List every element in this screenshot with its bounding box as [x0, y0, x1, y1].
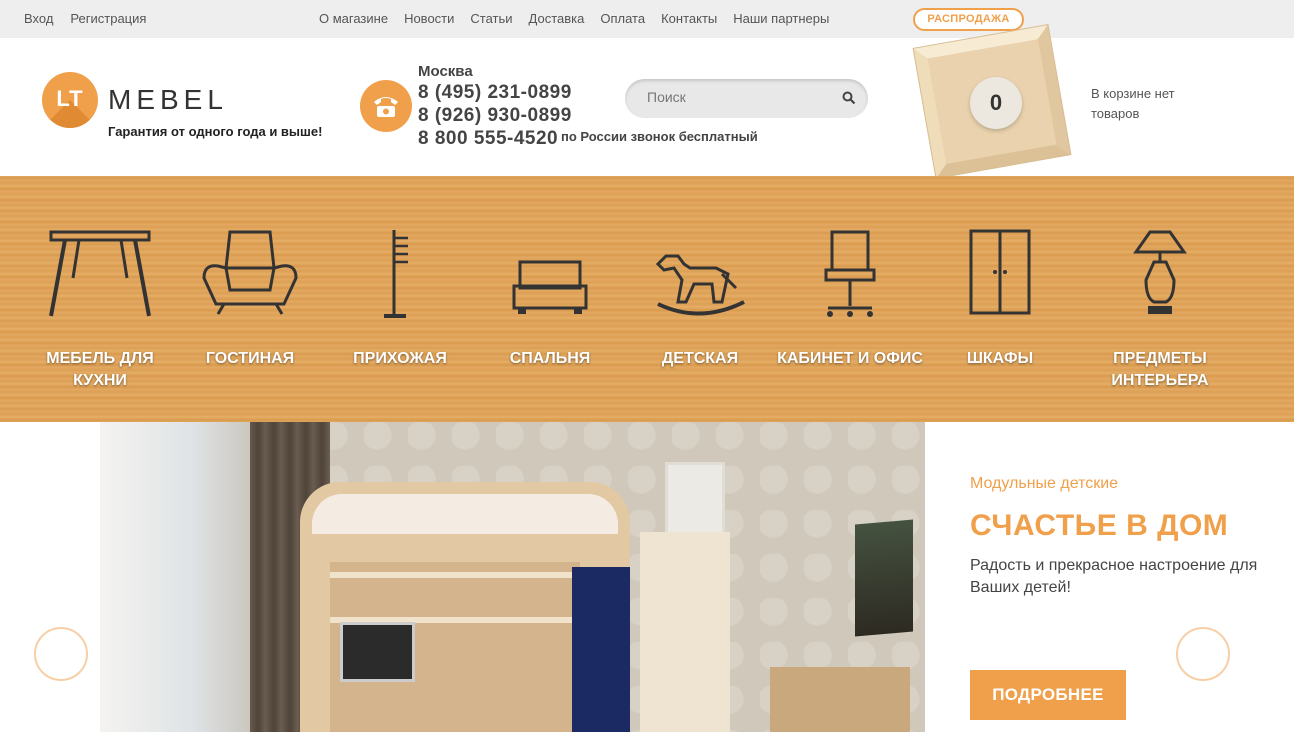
phone-icon: [360, 80, 412, 132]
phone-number-3[interactable]: 8 800 555-4520: [418, 128, 558, 150]
coat-rack-icon: [384, 230, 408, 318]
hero-subtitle: Модульные детские: [970, 475, 1119, 492]
category-interior[interactable]: ПРЕДМЕТЫ ИНТЕРЬЕРА: [1065, 176, 1255, 422]
phone-number-1[interactable]: 8 (495) 231-0899: [418, 82, 572, 104]
logo-name[interactable]: MEBEL: [108, 84, 228, 116]
logo-lt-text[interactable]: LT: [42, 86, 98, 112]
category-bar: МЕБЕЛЬ ДЛЯ КУХНИ ГОСТИНАЯ ПРИХОЖАЯ СПАЛЬ…: [0, 176, 1294, 422]
category-label: ДЕТСКАЯ: [661, 350, 739, 367]
wardrobe-icon: [969, 229, 1031, 315]
category-label: ШКАФЫ: [966, 350, 1034, 367]
hero-image[interactable]: [100, 422, 925, 732]
category-kids[interactable]: ДЕТСКАЯ: [625, 176, 775, 422]
search-input[interactable]: [647, 89, 827, 105]
category-label: ГОСТИНАЯ: [205, 350, 295, 367]
rocking-horse-icon: [655, 254, 745, 316]
hero-text-block: Модульные детские СЧАСТЬЕ В ДОМ Радость …: [970, 475, 1294, 599]
armchair-icon: [202, 230, 298, 315]
category-label: КАБИНЕТ И ОФИС: [777, 350, 923, 367]
search-icon[interactable]: [842, 91, 856, 110]
menu-about[interactable]: О магазине: [319, 11, 388, 26]
cart-count[interactable]: 0: [970, 77, 1022, 129]
sale-button[interactable]: РАСПРОДАЖА: [913, 8, 1024, 31]
category-hallway[interactable]: ПРИХОЖАЯ: [325, 176, 475, 422]
category-label: МЕБЕЛЬ ДЛЯ КУХНИ: [46, 350, 154, 389]
menu-delivery[interactable]: Доставка: [529, 11, 585, 26]
category-kitchen[interactable]: МЕБЕЛЬ ДЛЯ КУХНИ: [25, 176, 175, 422]
hero-description: Радость и прекрасное настроение для Ваши…: [970, 557, 1258, 596]
slider-prev-arrow[interactable]: [34, 627, 88, 681]
auth-links: Вход Регистрация: [24, 11, 163, 26]
hero-title: СЧАСТЬЕ В ДОМ: [970, 509, 1229, 542]
lamp-icon: [1133, 230, 1187, 314]
category-living-room[interactable]: ГОСТИНАЯ: [175, 176, 325, 422]
cart-status-text: В корзине нет товаров: [1091, 86, 1175, 121]
menu-contacts[interactable]: Контакты: [661, 11, 717, 26]
more-button[interactable]: ПОДРОБНЕЕ: [970, 670, 1126, 720]
menu-news[interactable]: Новости: [404, 11, 454, 26]
login-link[interactable]: Вход: [24, 11, 53, 26]
office-chair-icon: [824, 230, 876, 317]
category-wardrobes[interactable]: ШКАФЫ: [925, 176, 1075, 422]
slider-next-arrow[interactable]: [1176, 627, 1230, 681]
city-label: Москва: [418, 63, 473, 80]
tagline: Гарантия от одного года и выше!: [108, 124, 323, 139]
menu-partners[interactable]: Наши партнеры: [733, 11, 829, 26]
category-label: ПРИХОЖАЯ: [353, 350, 447, 367]
top-menu: О магазине Новости Статьи Доставка Оплата Кон…: [319, 11, 845, 26]
register-link[interactable]: Регистрация: [70, 11, 146, 26]
category-office[interactable]: КАБИНЕТ И ОФИС: [775, 176, 925, 422]
menu-articles[interactable]: Статьи: [470, 11, 512, 26]
top-bar: Вход Регистрация О магазине Новости Статьи Д…: [0, 0, 1294, 38]
category-label: СПАЛЬНЯ: [509, 350, 591, 367]
category-bedroom[interactable]: СПАЛЬНЯ: [475, 176, 625, 422]
phone-number-2[interactable]: 8 (926) 930-0899: [418, 105, 572, 127]
menu-payment[interactable]: Оплата: [600, 11, 645, 26]
search-box: [625, 79, 868, 118]
category-label: ПРЕДМЕТЫ ИНТЕРЬЕРА: [1111, 350, 1209, 389]
bed-icon: [512, 260, 588, 314]
phone-note: по России звонок бесплатный: [561, 129, 758, 144]
table-icon: [49, 230, 151, 317]
